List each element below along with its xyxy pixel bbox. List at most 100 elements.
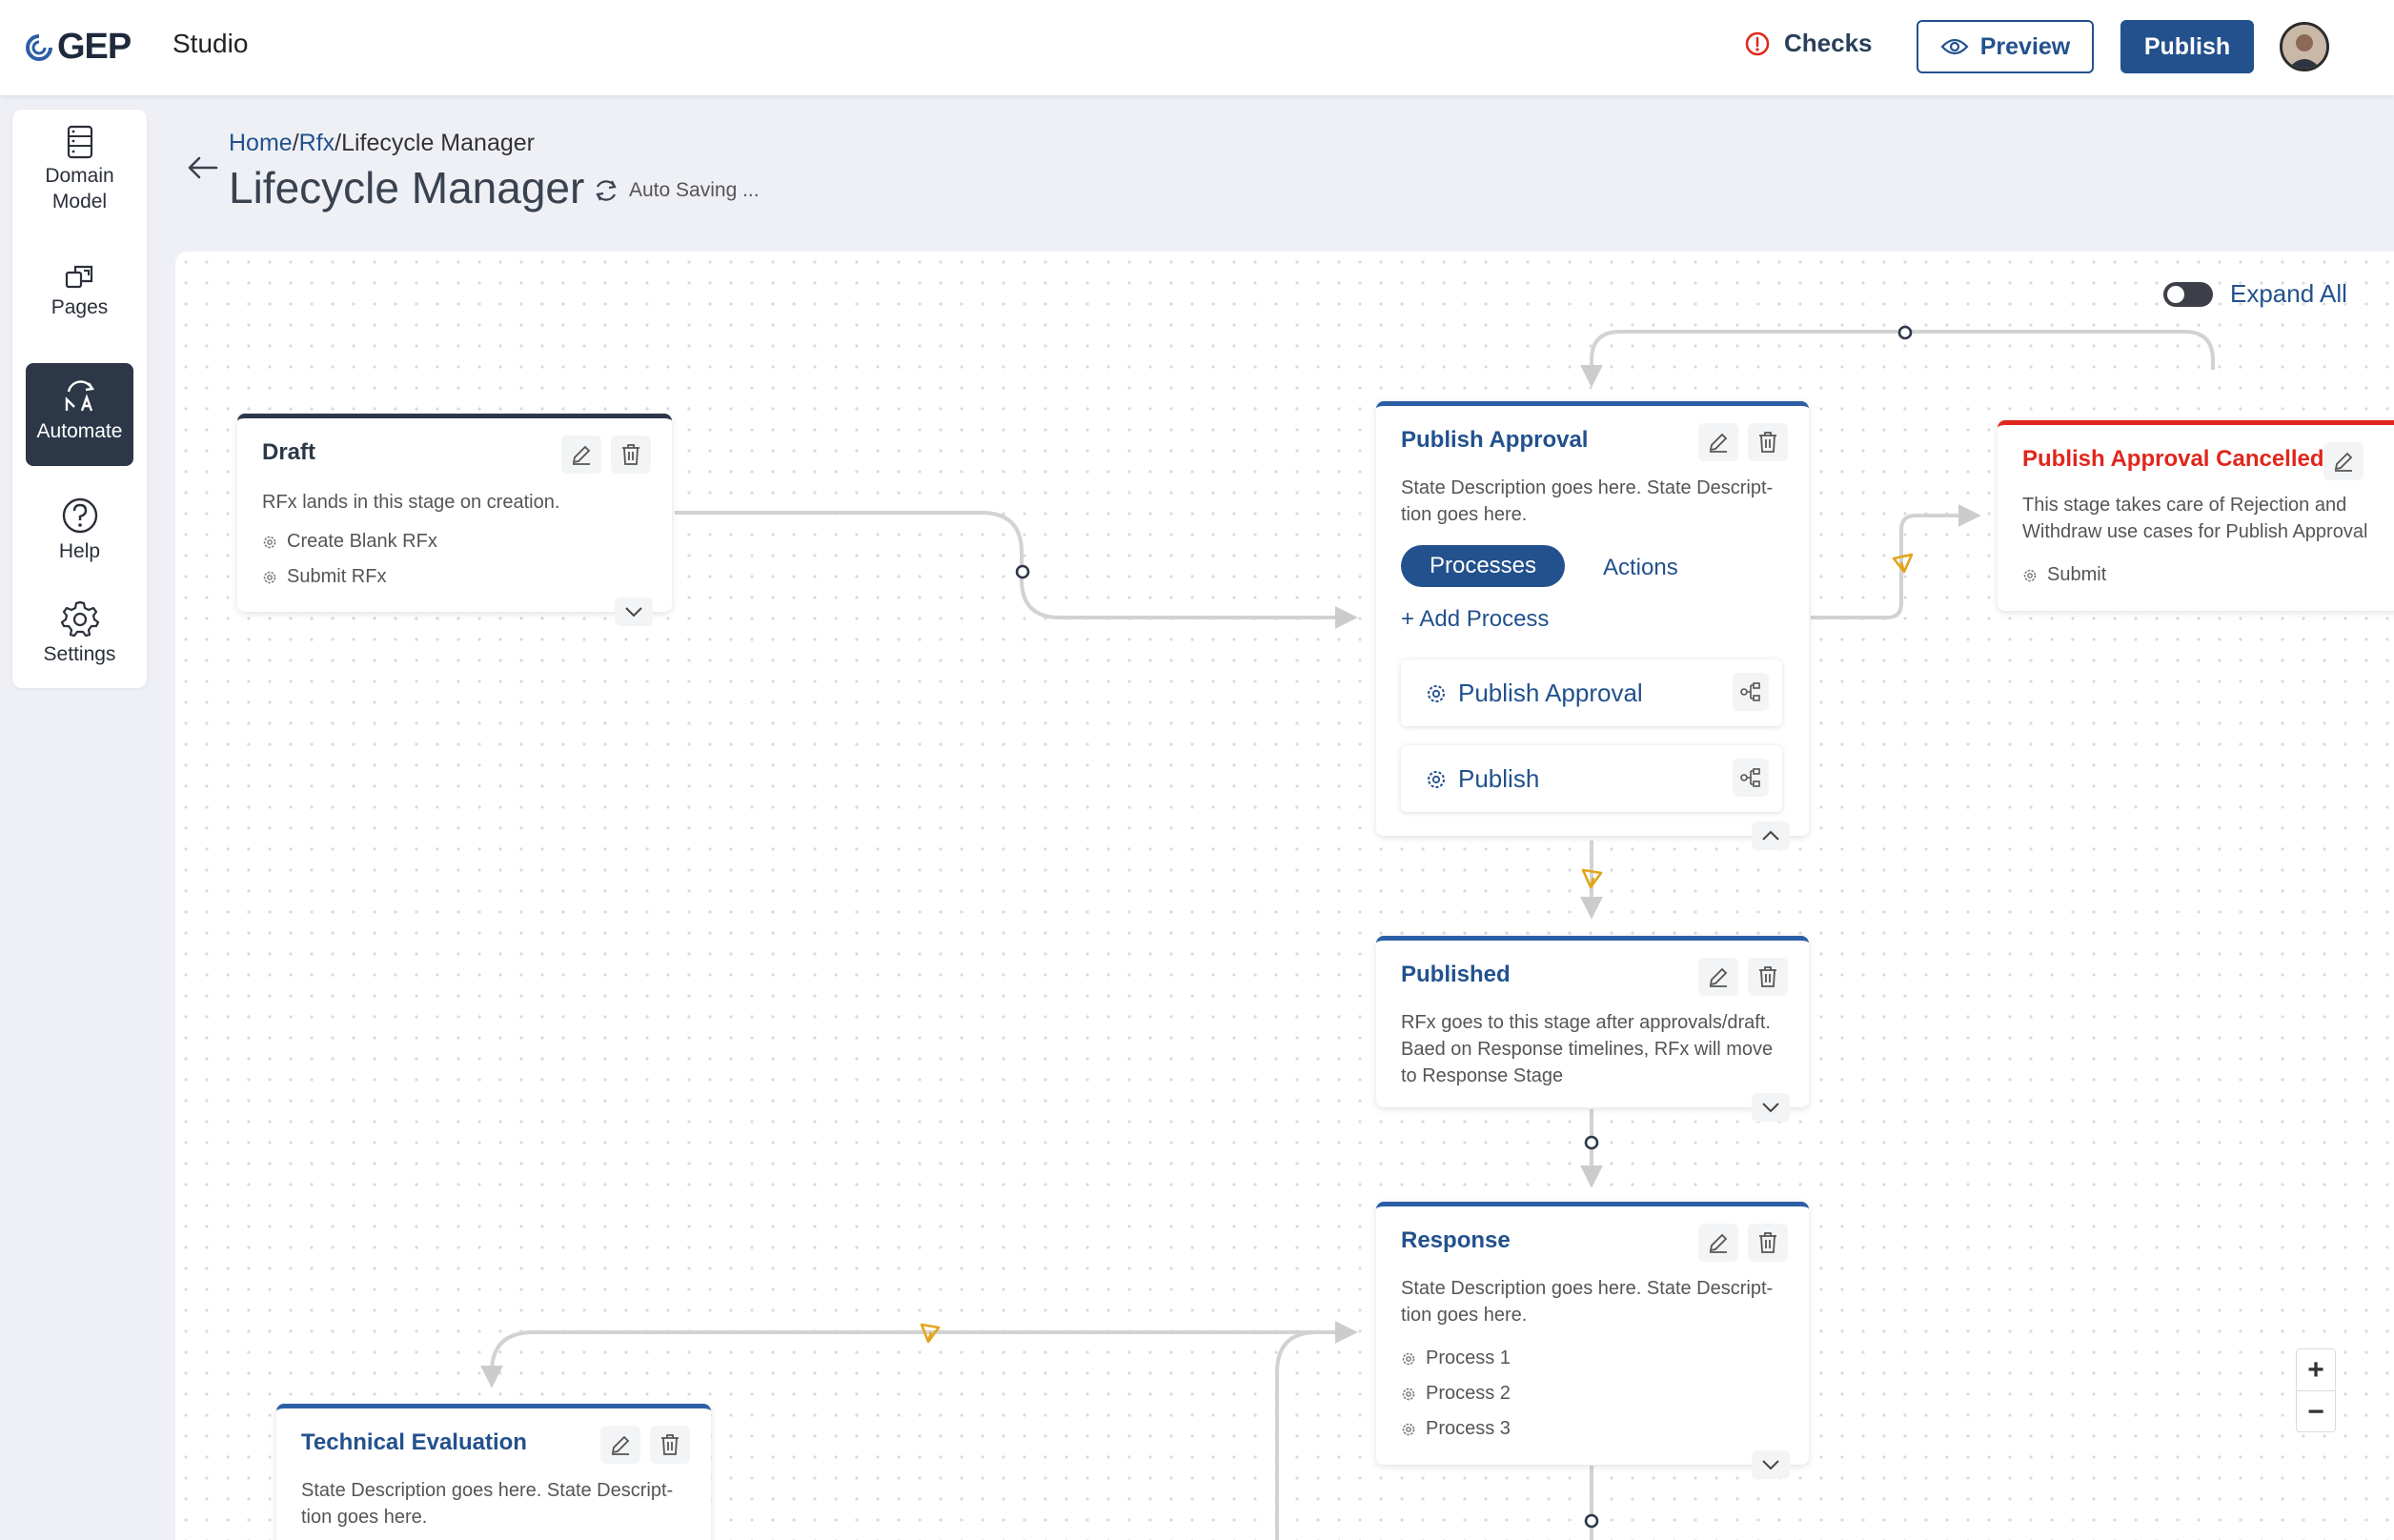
pencil-icon	[1709, 967, 1728, 987]
process-label: Submit	[2047, 564, 2107, 585]
nav-label: Pages	[51, 296, 109, 318]
description-line: tion goes here.	[1401, 504, 1528, 525]
edit-button[interactable]	[2323, 442, 2364, 480]
collapse-chevron[interactable]	[1752, 821, 1790, 850]
process-label: Process 2	[1426, 1383, 1511, 1404]
expand-chevron[interactable]	[1752, 1450, 1790, 1479]
sync-icon	[596, 180, 617, 201]
process-item[interactable]: Submit	[2022, 564, 2106, 586]
tab-actions[interactable]: Actions	[1603, 555, 1678, 581]
process-item[interactable]: Create Blank RFx	[262, 531, 437, 553]
chevron-down-icon	[625, 607, 642, 618]
process-item[interactable]: Process 3	[1401, 1418, 1511, 1440]
help-icon	[62, 497, 97, 534]
gear-icon	[1402, 1388, 1415, 1400]
stage-title: Technical Evaluation	[301, 1429, 527, 1455]
preview-button[interactable]: Preview	[1917, 20, 2094, 73]
nav-item-settings[interactable]: Settings	[26, 599, 133, 685]
description-line: tion goes here.	[301, 1507, 428, 1528]
description-line: RFx goes to this stage after approvals/d…	[1401, 1012, 1771, 1033]
process-flow-button[interactable]	[1733, 759, 1769, 797]
flow-icon	[1740, 682, 1760, 701]
stage-card-publish-approval[interactable]: Publish Approval State Description goes …	[1376, 401, 1809, 850]
description-line: State Description goes here. State Descr…	[1401, 477, 1774, 498]
card-actions	[600, 1426, 690, 1464]
gear-icon	[1402, 1352, 1415, 1365]
gear-icon	[263, 536, 276, 548]
breadcrumb-rfx[interactable]: Rfx	[299, 130, 335, 156]
process-item[interactable]: Submit RFx	[262, 566, 386, 588]
delete-button[interactable]	[1748, 423, 1788, 461]
delete-button[interactable]	[611, 436, 651, 474]
delete-button[interactable]	[1748, 1224, 1788, 1262]
nav-label: Settings	[43, 643, 116, 665]
card-actions	[1698, 423, 1788, 461]
gep-logo-icon	[26, 33, 52, 61]
stage-card-technical-evaluation[interactable]: Technical Evaluation State Description g…	[276, 1404, 711, 1540]
nav-item-automate[interactable]: Automate	[26, 363, 133, 466]
user-avatar[interactable]	[2280, 22, 2329, 71]
edit-button[interactable]	[1698, 423, 1738, 461]
zoom-out-button[interactable]: −	[2297, 1391, 2335, 1433]
stage-card-draft[interactable]: Draft RFx lands in this stage on creatio…	[237, 414, 672, 626]
nav-item-domain-model[interactable]: Domain Model	[26, 125, 133, 239]
stage-card-publish-approval-cancelled[interactable]: Publish Approval Cancelled This stage ta…	[1998, 420, 2394, 611]
process-card[interactable]: Publish Approval	[1401, 659, 1782, 726]
trash-icon	[1759, 1232, 1776, 1253]
expand-chevron[interactable]	[615, 598, 653, 626]
stage-card-response[interactable]: Response State Description goes here. St…	[1376, 1202, 1809, 1479]
description-line: to Response Stage	[1401, 1065, 1564, 1086]
process-label: Process 1	[1426, 1348, 1511, 1368]
edit-button[interactable]	[561, 436, 601, 474]
page-title: Lifecycle Manager	[229, 163, 585, 213]
publish-button[interactable]: Publish	[2120, 20, 2254, 73]
nav-item-help[interactable]: Help	[26, 496, 133, 582]
edit-button[interactable]	[600, 1426, 640, 1464]
process-label: Submit RFx	[287, 566, 387, 587]
breadcrumb-home[interactable]: Home	[229, 130, 293, 156]
description-line: Baed on Response timelines, RFx will mov…	[1401, 1039, 1774, 1060]
process-flow-button[interactable]	[1733, 673, 1769, 711]
add-process-link[interactable]: + Add Process	[1401, 606, 1549, 633]
process-item[interactable]: Process 2	[1401, 1383, 1511, 1405]
expand-all-label: Expand All	[2230, 279, 2347, 308]
pencil-icon	[2334, 452, 2353, 472]
delete-button[interactable]	[650, 1426, 690, 1464]
trash-icon	[661, 1434, 679, 1455]
chevron-up-icon	[1762, 830, 1779, 841]
chevron-down-icon	[1762, 1103, 1779, 1113]
stage-description: State Description goes here. State Descr…	[1401, 1275, 1773, 1328]
expand-all-toggle[interactable]: Expand All	[2163, 279, 2347, 309]
pencil-icon	[611, 1435, 630, 1455]
zoom-in-button[interactable]: +	[2297, 1349, 2335, 1391]
edit-button[interactable]	[1698, 958, 1738, 996]
pencil-icon	[1709, 433, 1728, 453]
stage-title: Publish Approval Cancelled	[2022, 446, 2324, 472]
delete-button[interactable]	[1748, 958, 1788, 996]
gep-logo[interactable]: GEP	[25, 27, 132, 68]
expand-chevron[interactable]	[1752, 1093, 1790, 1122]
nav-label: Help	[58, 540, 101, 562]
pencil-icon	[572, 445, 591, 465]
tab-processes[interactable]: Processes	[1401, 545, 1565, 587]
process-item[interactable]: Process 1	[1401, 1348, 1511, 1369]
stage-description: State Description goes here. State Descr…	[301, 1477, 673, 1530]
stage-card-published[interactable]: Published RFx goes to this stage after a…	[1376, 936, 1809, 1122]
settings-icon	[60, 600, 99, 638]
back-button[interactable]	[186, 154, 220, 186]
trash-icon	[1759, 966, 1776, 987]
gear-icon	[263, 571, 276, 583]
process-label: Publish	[1458, 764, 1540, 793]
toggle-switch[interactable]	[2163, 281, 2213, 307]
stage-description: RFx lands in this stage on creation.	[262, 492, 560, 513]
process-card[interactable]: Publish	[1401, 745, 1782, 812]
gear-icon	[1428, 685, 1445, 702]
avatar-image	[2282, 25, 2326, 69]
checks-button[interactable]: Checks	[1744, 29, 1873, 58]
card-actions	[1698, 1224, 1788, 1262]
stage-title: Draft	[262, 439, 316, 465]
nav-item-pages[interactable]: Pages	[26, 262, 133, 338]
edit-button[interactable]	[1698, 1224, 1738, 1262]
card-actions	[2323, 442, 2364, 480]
stage-description: RFx goes to this stage after approvals/d…	[1401, 1009, 1773, 1089]
